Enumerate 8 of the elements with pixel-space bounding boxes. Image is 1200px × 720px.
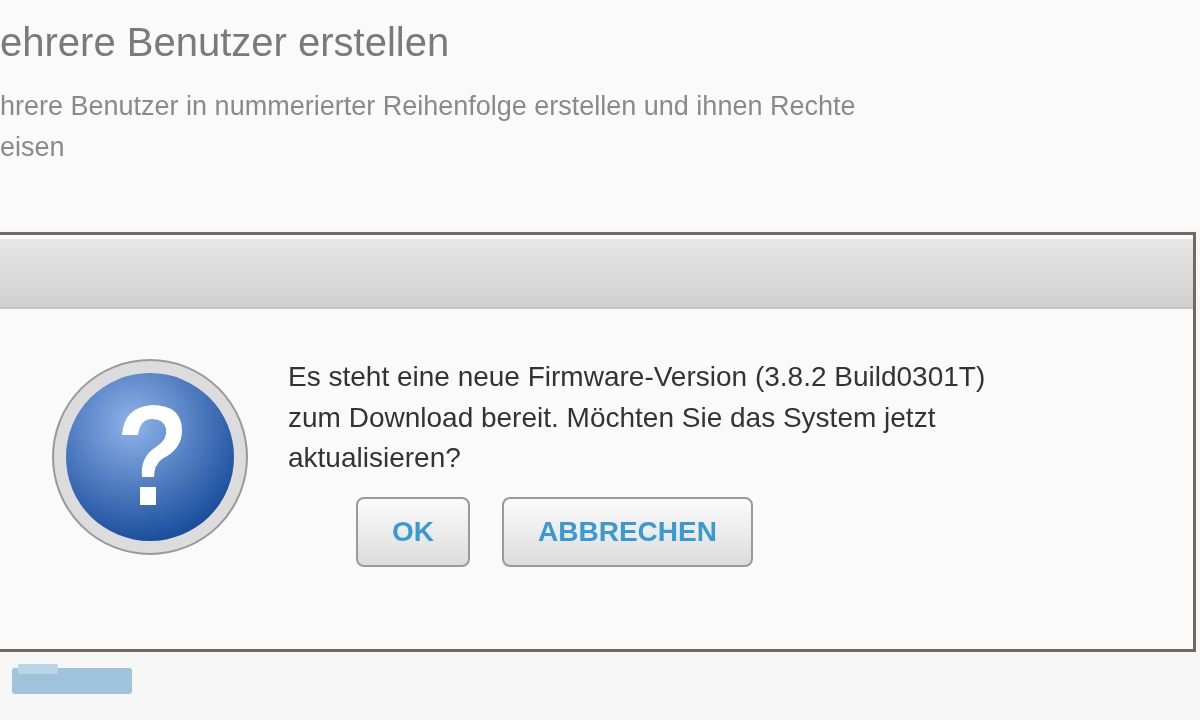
cancel-button[interactable]: ABBRECHEN (502, 497, 753, 567)
dialog-message: Es steht eine neue Firmware-Version (3.8.2 Build0301T) zum Download bereit. Möchten Sie das System jetzt aktualisieren? (288, 360, 987, 476)
folder-icon (12, 664, 132, 694)
ok-button[interactable]: OK (356, 497, 470, 567)
page-description: hrere Benutzer in nummerierter Reihenfolge erstellen und ihnen Rechte (0, 90, 856, 123)
question-icon (50, 357, 250, 557)
page-title: ehrere Benutzer erstellen (0, 19, 450, 66)
page-description: eisen (0, 130, 65, 164)
